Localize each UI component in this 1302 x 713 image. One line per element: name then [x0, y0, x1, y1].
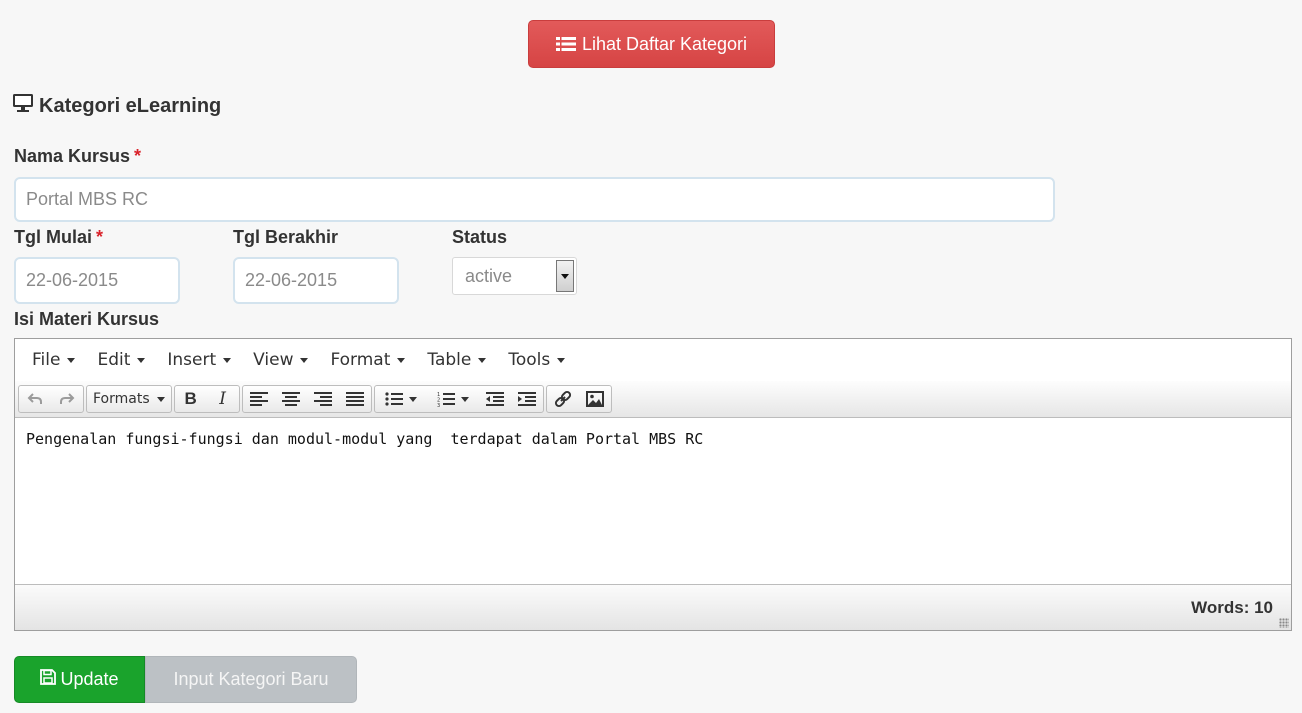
menu-insert[interactable]: Insert	[156, 339, 242, 381]
caret-down-icon	[397, 357, 406, 363]
caret-down-icon	[137, 357, 146, 363]
resize-handle-icon[interactable]	[1279, 618, 1289, 628]
caret-down-icon	[460, 396, 469, 402]
bold-button[interactable]: B	[175, 386, 207, 412]
tgl-mulai-label-text: Tgl Mulai	[14, 227, 92, 247]
input-kategori-baru-button[interactable]: Input Kategori Baru	[145, 656, 357, 703]
required-mark: *	[96, 227, 104, 247]
update-label: Update	[60, 669, 119, 689]
caret-down-icon	[223, 357, 232, 363]
tgl-mulai-label: Tgl Mulai *	[14, 227, 103, 248]
tgl-berakhir-input[interactable]: 22-06-2015	[233, 257, 399, 304]
lihat-daftar-kategori-button[interactable]: Lihat Daftar Kategori	[528, 20, 775, 68]
nama-kursus-label: Nama Kursus *	[14, 146, 141, 167]
menu-edit[interactable]: Edit	[86, 339, 156, 381]
align-left-icon[interactable]	[243, 386, 275, 412]
svg-text:3: 3	[437, 403, 440, 407]
menu-tools[interactable]: Tools	[497, 339, 576, 381]
undo-icon[interactable]	[19, 386, 51, 412]
status-label: Status	[452, 227, 508, 247]
caret-down-icon	[300, 357, 309, 363]
caret-down-icon	[557, 357, 566, 363]
formats-dropdown[interactable]: Formats	[86, 385, 172, 413]
list-indent-group: 123	[373, 385, 544, 413]
menu-table-label: Table	[427, 350, 472, 370]
italic-button[interactable]: I	[207, 386, 239, 412]
caret-down-icon	[67, 357, 76, 363]
align-center-icon[interactable]	[275, 386, 307, 412]
link-icon[interactable]	[547, 386, 579, 412]
required-mark: *	[134, 146, 142, 166]
word-count: Words: 10	[1191, 597, 1273, 617]
save-icon	[40, 669, 57, 690]
align-justify-icon[interactable]	[339, 386, 371, 412]
image-icon[interactable]	[579, 386, 611, 412]
caret-down-icon	[408, 396, 417, 402]
list-icon	[555, 36, 576, 52]
menu-view-label: View	[253, 350, 294, 370]
caret-down-icon	[156, 396, 165, 402]
menu-edit-label: Edit	[97, 350, 131, 370]
numbered-list-icon[interactable]: 123	[427, 386, 479, 412]
menu-file[interactable]: File	[21, 339, 86, 381]
update-button[interactable]: Update	[14, 656, 145, 703]
tgl-berakhir-label: Tgl Berakhir	[233, 227, 339, 247]
status-select[interactable]: active	[452, 257, 577, 295]
history-group	[18, 385, 84, 413]
rich-text-editor: File Edit Insert View Format Table Tools…	[14, 338, 1292, 631]
nama-kursus-label-text: Nama Kursus	[14, 146, 131, 166]
editor-content-area[interactable]: Pengenalan fungsi-fungsi dan modul-modul…	[15, 418, 1291, 584]
editor-menubar: File Edit Insert View Format Table Tools	[15, 339, 1291, 382]
menu-format-label: Format	[330, 350, 391, 370]
lihat-daftar-kategori-label: Lihat Daftar Kategori	[581, 33, 748, 54]
insert-group	[545, 385, 612, 413]
formats-label: Formats	[93, 391, 150, 407]
tgl-mulai-input[interactable]: 22-06-2015	[14, 257, 180, 304]
menu-format[interactable]: Format	[319, 339, 416, 381]
redo-icon[interactable]	[51, 386, 83, 412]
outdent-icon[interactable]	[479, 386, 511, 412]
bullet-list-icon[interactable]	[375, 386, 427, 412]
monitor-icon	[12, 93, 34, 119]
status-selected-value: active	[465, 265, 513, 286]
text-style-group: B I	[173, 385, 240, 413]
align-right-icon[interactable]	[307, 386, 339, 412]
indent-icon[interactable]	[511, 386, 543, 412]
menu-table[interactable]: Table	[416, 339, 497, 381]
nama-kursus-input[interactable]: Portal MBS RC	[14, 177, 1055, 222]
section-title: Kategori eLearning	[12, 94, 221, 118]
menu-view[interactable]: View	[242, 339, 319, 381]
editor-toolbar: Formats B I 123	[15, 381, 1291, 418]
chevron-down-icon[interactable]	[556, 260, 574, 292]
menu-tools-label: Tools	[508, 350, 551, 370]
section-title-text: Kategori eLearning	[39, 94, 222, 117]
caret-down-icon	[478, 357, 487, 363]
editor-statusbar: Words: 10	[15, 584, 1291, 630]
menu-file-label: File	[32, 350, 61, 370]
alignment-group	[241, 385, 372, 413]
menu-insert-label: Insert	[167, 350, 217, 370]
isi-materi-label: Isi Materi Kursus	[14, 309, 160, 329]
